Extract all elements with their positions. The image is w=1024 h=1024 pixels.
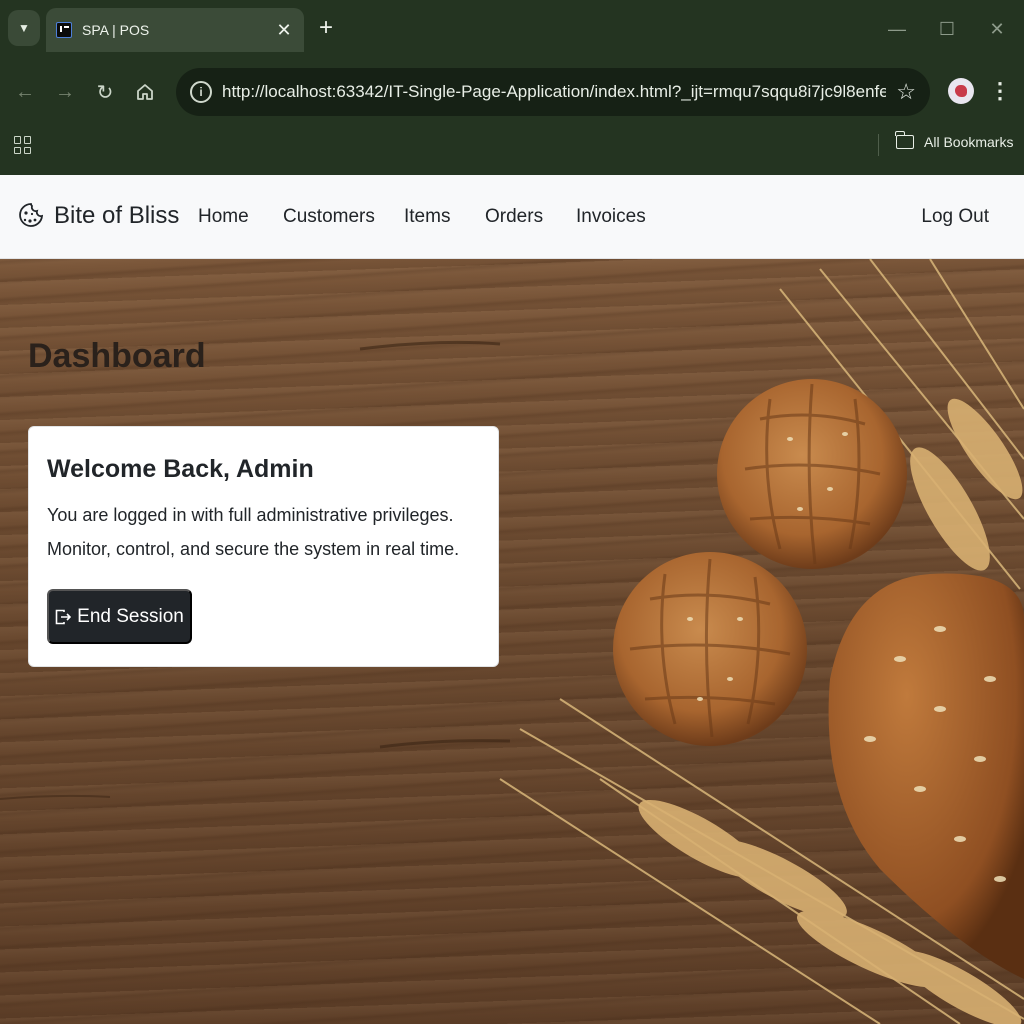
close-icon: ✕ xyxy=(989,18,1005,39)
url-text[interactable]: http://localhost:63342/IT-Single-Page-Ap… xyxy=(222,82,886,102)
tab-search-button[interactable]: ▼ xyxy=(8,10,40,46)
browser-toolbar: ← → ↻ i http://localhost:63342/IT-Single… xyxy=(0,58,1024,128)
nav-customers[interactable]: Customers xyxy=(283,206,375,228)
web-page: Bite of Bliss Home Customers Items Order… xyxy=(0,175,1024,1024)
maximize-icon: ☐ xyxy=(938,18,956,39)
new-tab-button[interactable]: + xyxy=(312,14,340,42)
browser-tab-bar: ▼ SPA | POS ✕ + — ☐ ✕ xyxy=(0,0,1024,58)
welcome-text-line-1: You are logged in with full administrati… xyxy=(47,505,454,525)
logout-link[interactable]: Log Out xyxy=(921,206,989,228)
welcome-card: Welcome Back, Admin You are logged in wi… xyxy=(28,426,499,667)
home-button[interactable] xyxy=(132,78,158,106)
all-bookmarks-button[interactable]: All Bookmarks xyxy=(895,131,1014,150)
end-session-button[interactable]: End Session xyxy=(47,589,192,644)
address-bar[interactable]: i http://localhost:63342/IT-Single-Page-… xyxy=(176,68,930,116)
forward-arrow-icon: → xyxy=(55,80,75,103)
reload-button[interactable]: ↻ xyxy=(92,78,118,106)
bookmarks-divider xyxy=(878,134,879,156)
profile-avatar[interactable] xyxy=(948,78,974,104)
tab-title: SPA | POS xyxy=(82,22,150,38)
chevron-down-icon: ▼ xyxy=(18,21,30,35)
back-button[interactable]: ← xyxy=(12,78,38,106)
brand-link[interactable]: Bite of Bliss xyxy=(18,201,179,231)
cookie-icon xyxy=(19,203,44,227)
box-arrow-right-icon xyxy=(55,609,72,624)
welcome-text-line-2: Monitor, control, and secure the system … xyxy=(47,539,460,559)
apps-icon[interactable] xyxy=(14,136,32,154)
page-title: Dashboard xyxy=(28,337,206,375)
minimize-button[interactable]: — xyxy=(882,14,912,44)
brand-name: Bite of Bliss xyxy=(54,202,180,229)
dashboard-hero: Dashboard Welcome Back, Admin You are lo… xyxy=(0,259,1024,1024)
site-info-icon[interactable]: i xyxy=(190,81,212,103)
maximize-button[interactable]: ☐ xyxy=(932,14,962,44)
site-navbar: Bite of Bliss Home Customers Items Order… xyxy=(0,175,1024,259)
end-session-label: End Session xyxy=(77,605,184,627)
home-icon xyxy=(137,84,153,100)
bookmark-star-icon[interactable]: ☆ xyxy=(896,79,916,105)
bookmarks-bar: All Bookmarks xyxy=(0,128,1024,175)
forward-button[interactable]: → xyxy=(52,78,78,106)
welcome-title: Welcome Back, Admin xyxy=(47,455,314,483)
intellij-favicon-icon xyxy=(56,22,72,38)
nav-orders[interactable]: Orders xyxy=(485,206,543,228)
plus-icon: + xyxy=(318,14,333,41)
nav-home[interactable]: Home xyxy=(198,206,249,228)
folder-icon xyxy=(895,131,914,149)
close-tab-icon[interactable]: ✕ xyxy=(274,20,294,41)
nav-items[interactable]: Items xyxy=(404,206,450,228)
more-menu-icon[interactable]: ⋮ xyxy=(989,76,1011,106)
back-arrow-icon: ← xyxy=(15,80,35,103)
close-window-button[interactable]: ✕ xyxy=(982,14,1012,44)
reload-icon: ↻ xyxy=(96,81,114,104)
browser-tab[interactable]: SPA | POS ✕ xyxy=(46,8,304,52)
nav-invoices[interactable]: Invoices xyxy=(576,206,646,228)
all-bookmarks-label: All Bookmarks xyxy=(924,134,1014,150)
minimize-icon: — xyxy=(888,18,906,39)
